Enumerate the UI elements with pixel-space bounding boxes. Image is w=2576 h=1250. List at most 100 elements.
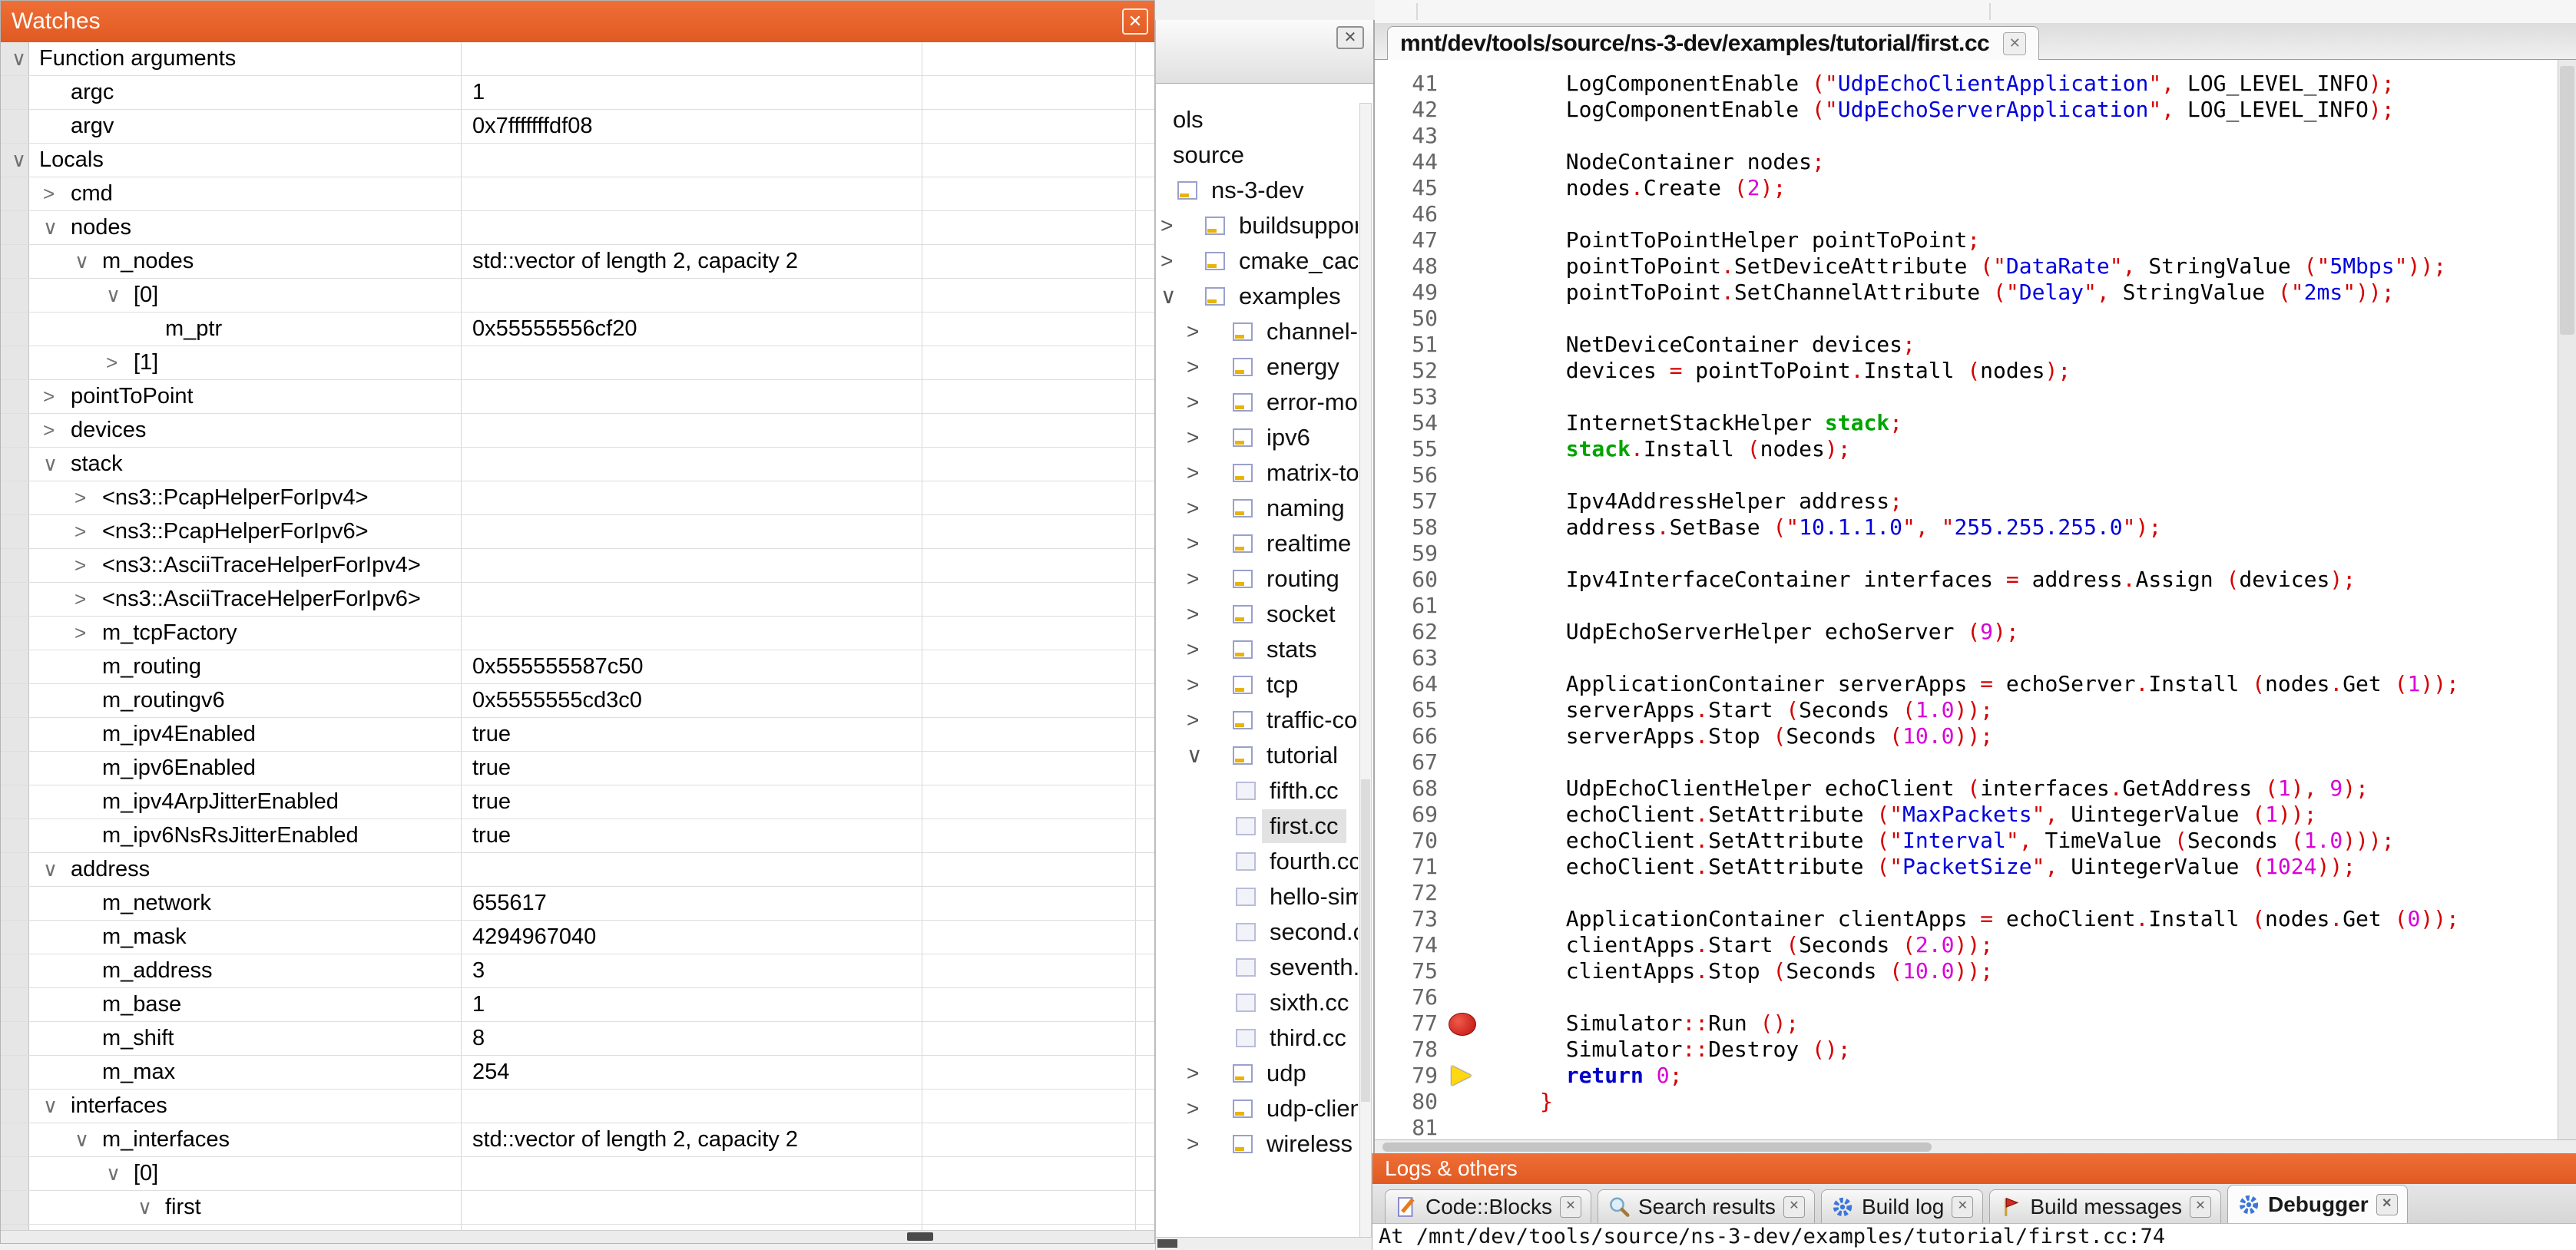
breakpoint-margin[interactable] <box>1444 175 1482 201</box>
watch-row[interactable]: m_ptr0x55555556cf20 <box>1 312 1154 346</box>
watch-row[interactable]: m_address3 <box>1 954 1154 988</box>
expand-chevron-icon[interactable]: > <box>1187 1057 1199 1090</box>
line-number[interactable]: 63 <box>1375 645 1444 671</box>
collapse-chevron-icon[interactable]: ∨ <box>43 1090 58 1122</box>
line-number[interactable]: 50 <box>1375 306 1444 332</box>
expand-chevron-icon[interactable]: > <box>74 583 86 615</box>
watch-row[interactable]: ∨interfaces <box>1 1090 1154 1123</box>
breakpoint-margin[interactable] <box>1444 410 1482 436</box>
watches-hscrollbar[interactable] <box>1 1230 1154 1243</box>
code-area[interactable]: 41 LogComponentEnable ("UdpEchoClientApp… <box>1375 60 2576 1139</box>
tree-item-tcp[interactable]: >tcp <box>1156 668 1358 703</box>
line-number[interactable]: 59 <box>1375 541 1444 567</box>
line-number[interactable]: 72 <box>1375 880 1444 906</box>
close-icon[interactable]: ✕ <box>1122 8 1148 35</box>
breakpoint-margin[interactable] <box>1444 514 1482 541</box>
logs-tab-code-blocks[interactable]: Code::Blocks✕ <box>1385 1189 1591 1223</box>
line-number[interactable]: 79 <box>1375 1063 1444 1089</box>
logs-tab-debugger[interactable]: Debugger✕ <box>2227 1185 2408 1223</box>
tree-item-channel-mod[interactable]: >channel-mod <box>1156 315 1358 350</box>
breakpoint-margin[interactable] <box>1444 358 1482 384</box>
breakpoint-margin[interactable] <box>1444 1010 1482 1037</box>
expand-chevron-icon[interactable]: > <box>1187 456 1199 490</box>
code-line-61[interactable]: 61 <box>1375 593 2576 619</box>
expand-chevron-icon[interactable]: > <box>1161 209 1173 243</box>
expand-chevron-icon[interactable]: > <box>1187 633 1199 666</box>
breakpoint-margin[interactable] <box>1444 123 1482 149</box>
tree-item-ipv6[interactable]: >ipv6 <box>1156 421 1358 456</box>
tree-hscroll-thumb[interactable] <box>1157 1239 1177 1248</box>
breakpoint-margin[interactable] <box>1444 384 1482 410</box>
expand-chevron-icon[interactable]: > <box>1187 668 1199 702</box>
watch-row[interactable]: ∨Function arguments <box>1 42 1154 76</box>
code-line-64[interactable]: 64 ApplicationContainer serverApps = ech… <box>1375 671 2576 697</box>
watch-row[interactable]: ∨m_nodesstd::vector of length 2, capacit… <box>1 245 1154 279</box>
watch-row[interactable]: ∨[0] <box>1 279 1154 312</box>
line-number[interactable]: 60 <box>1375 567 1444 593</box>
expand-chevron-icon[interactable]: > <box>1187 703 1199 737</box>
line-number[interactable]: 66 <box>1375 723 1444 749</box>
watch-row[interactable]: ><ns3::AsciiTraceHelperForIpv6> <box>1 583 1154 617</box>
collapse-chevron-icon[interactable]: ∨ <box>43 211 58 243</box>
watch-row[interactable]: argc1 <box>1 76 1154 110</box>
line-number[interactable]: 55 <box>1375 436 1444 462</box>
code-line-43[interactable]: 43 <box>1375 123 2576 149</box>
code-line-69[interactable]: 69 echoClient.SetAttribute ("MaxPackets"… <box>1375 802 2576 828</box>
code-line-70[interactable]: 70 echoClient.SetAttribute ("Interval", … <box>1375 828 2576 854</box>
expand-chevron-icon[interactable]: > <box>74 481 86 514</box>
collapse-chevron-icon[interactable]: ∨ <box>43 853 58 885</box>
watch-row[interactable]: m_base1 <box>1 988 1154 1022</box>
code-line-57[interactable]: 57 Ipv4AddressHelper address; <box>1375 488 2576 514</box>
watch-row[interactable]: ∨m_interfacesstd::vector of length 2, ca… <box>1 1123 1154 1157</box>
watch-row[interactable]: ∨stack <box>1 448 1154 481</box>
collapse-chevron-icon[interactable]: ∨ <box>12 42 26 74</box>
breakpoint-margin[interactable] <box>1444 854 1482 880</box>
code-line-48[interactable]: 48 pointToPoint.SetDeviceAttribute ("Dat… <box>1375 253 2576 279</box>
line-number[interactable]: 64 <box>1375 671 1444 697</box>
code-line-76[interactable]: 76 <box>1375 984 2576 1010</box>
watch-row[interactable]: ∨nodes <box>1 211 1154 245</box>
collapse-chevron-icon[interactable]: ∨ <box>1187 739 1203 772</box>
expand-chevron-icon[interactable]: > <box>43 414 55 446</box>
code-line-58[interactable]: 58 address.SetBase ("10.1.1.0", "255.255… <box>1375 514 2576 541</box>
watch-row[interactable]: >[1] <box>1 346 1154 380</box>
editor-vscrollbar[interactable] <box>2558 60 2576 1139</box>
breakpoint-margin[interactable] <box>1444 880 1482 906</box>
line-number[interactable]: 58 <box>1375 514 1444 541</box>
close-icon[interactable]: ✕ <box>1336 26 1364 49</box>
breakpoint-margin[interactable] <box>1444 1037 1482 1063</box>
logs-tab-build-log[interactable]: Build log✕ <box>1821 1189 1983 1223</box>
watch-row[interactable]: ∨Locals <box>1 144 1154 177</box>
tree-item-traffic-contro[interactable]: >traffic-contro <box>1156 703 1358 739</box>
tree-item-udp[interactable]: >udp <box>1156 1057 1358 1092</box>
tree-item-ols[interactable]: ols <box>1156 103 1358 138</box>
code-line-47[interactable]: 47 PointToPointHelper pointToPoint; <box>1375 227 2576 253</box>
line-number[interactable]: 53 <box>1375 384 1444 410</box>
watch-row[interactable]: argv0x7fffffffdf08 <box>1 110 1154 144</box>
tree-hscrollbar[interactable] <box>1156 1237 1373 1250</box>
breakpoint-margin[interactable] <box>1444 149 1482 175</box>
expand-chevron-icon[interactable]: > <box>1187 491 1199 525</box>
breakpoint-margin[interactable] <box>1444 645 1482 671</box>
code-line-56[interactable]: 56 <box>1375 462 2576 488</box>
tree-item-fifth-cc[interactable]: fifth.cc <box>1156 774 1358 809</box>
breakpoint-margin[interactable] <box>1444 671 1482 697</box>
line-number[interactable]: 69 <box>1375 802 1444 828</box>
breakpoint-margin[interactable] <box>1444 97 1482 123</box>
collapse-chevron-icon[interactable]: ∨ <box>137 1191 152 1223</box>
collapse-chevron-icon[interactable]: ∨ <box>74 1123 89 1156</box>
expand-chevron-icon[interactable]: > <box>1187 315 1199 349</box>
tree-item-stats[interactable]: >stats <box>1156 633 1358 668</box>
breakpoint-margin[interactable] <box>1444 697 1482 723</box>
tree-item-error-model[interactable]: >error-model <box>1156 385 1358 421</box>
tree-item-seventh-cc[interactable]: seventh.cc <box>1156 951 1358 986</box>
line-number[interactable]: 56 <box>1375 462 1444 488</box>
line-number[interactable]: 41 <box>1375 71 1444 97</box>
editor-hscroll-thumb[interactable] <box>1382 1143 1932 1152</box>
code-line-46[interactable]: 46 <box>1375 201 2576 227</box>
code-line-54[interactable]: 54 InternetStackHelper stack; <box>1375 410 2576 436</box>
breakpoint-margin[interactable] <box>1444 723 1482 749</box>
code-line-81[interactable]: 81 <box>1375 1115 2576 1139</box>
watch-row[interactable]: m_routingv60x5555555cd3c0 <box>1 684 1154 718</box>
close-icon[interactable]: ✕ <box>2190 1196 2211 1218</box>
